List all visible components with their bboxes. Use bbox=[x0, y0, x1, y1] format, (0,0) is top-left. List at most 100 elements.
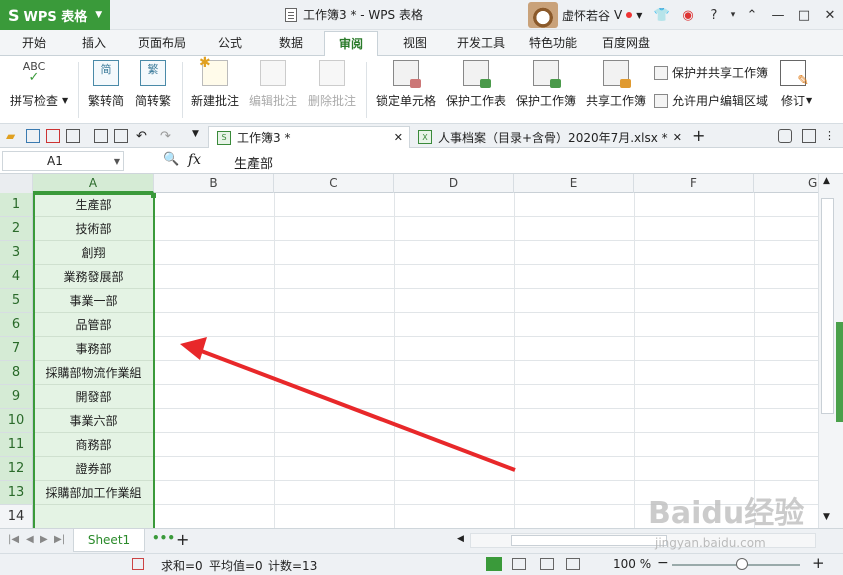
chevron-down-icon[interactable]: ▼ bbox=[192, 129, 206, 143]
allow-edit-ranges-button[interactable]: 允许用户编辑区域 bbox=[654, 92, 768, 109]
trad-to-simp-icon: 简 bbox=[93, 60, 119, 86]
simp-to-trad-button[interactable]: 繁 简转繁 bbox=[135, 60, 171, 109]
last-sheet-icon[interactable]: ▶| bbox=[54, 534, 65, 545]
prev-sheet-icon[interactable]: ◀ bbox=[26, 534, 34, 545]
skin-icon[interactable]: 👕 bbox=[649, 0, 675, 30]
window-title: 工作簿3 * - WPS 表格 bbox=[285, 6, 423, 23]
zoom-slider-knob[interactable] bbox=[736, 558, 748, 570]
save-icon[interactable] bbox=[26, 129, 40, 143]
new-tab-icon[interactable]: + bbox=[692, 126, 706, 145]
doc-tab-label: 人事档案（目录+含骨）2020年7月.xlsx * bbox=[438, 130, 668, 145]
collapse-ribbon-icon[interactable]: ⌃ bbox=[739, 0, 765, 30]
macro-icon[interactable] bbox=[132, 558, 144, 570]
doc-tab[interactable]: X 人事档案（目录+含骨）2020年7月.xlsx * ✕ bbox=[410, 126, 688, 148]
horizontal-scroll-thumb[interactable] bbox=[511, 535, 667, 546]
app-logo-text: WPS 表格 bbox=[23, 9, 88, 25]
chevron-down-icon[interactable]: ▼ bbox=[636, 11, 642, 20]
window-controls: 👕 ◉ ? ▾ ⌃ — □ ✕ bbox=[649, 0, 843, 30]
chevron-down-icon: ▼ bbox=[95, 10, 103, 20]
fx-icon[interactable]: fx bbox=[188, 152, 201, 168]
preview-icon[interactable] bbox=[114, 129, 128, 143]
protect-sheet-button[interactable]: 保护工作表 bbox=[446, 60, 506, 109]
page-layout-view-icon[interactable] bbox=[512, 558, 526, 570]
lock-cell-button[interactable]: 锁定单元格 bbox=[376, 60, 436, 109]
print-icon[interactable] bbox=[66, 129, 80, 143]
scroll-up-icon[interactable]: ▲ bbox=[823, 176, 830, 186]
normal-view-icon[interactable] bbox=[486, 557, 502, 571]
tab-home[interactable]: 开始 bbox=[22, 34, 46, 51]
redo-icon[interactable]: ↷ bbox=[160, 129, 174, 144]
tab-insert[interactable]: 插入 bbox=[82, 34, 106, 51]
user-name: 虚怀若谷 bbox=[562, 8, 611, 23]
revise-button[interactable]: 修订 bbox=[780, 60, 809, 109]
first-sheet-icon[interactable]: |◀ bbox=[8, 534, 19, 545]
chevron-down-icon[interactable]: ▼ bbox=[114, 157, 120, 166]
zoom-in-icon[interactable]: + bbox=[812, 554, 825, 572]
vertical-scroll-thumb[interactable] bbox=[821, 198, 834, 414]
sheet-tab-sheet1[interactable]: Sheet1 bbox=[73, 529, 145, 552]
zoom-out-icon[interactable]: − bbox=[657, 555, 669, 571]
protect-workbook-button[interactable]: 保护工作簿 bbox=[516, 60, 576, 109]
vip-icon: V bbox=[614, 8, 623, 22]
chevron-down-icon[interactable]: ▼ bbox=[806, 96, 812, 105]
revise-icon bbox=[780, 60, 809, 89]
close-icon[interactable]: ✕ bbox=[394, 131, 403, 144]
doc-tab-active[interactable]: S 工作簿3 * ✕ bbox=[208, 126, 410, 148]
delete-comment-icon bbox=[319, 60, 345, 86]
open-folder-icon[interactable]: ▰ bbox=[6, 129, 20, 143]
maximize-icon[interactable]: □ bbox=[791, 0, 817, 30]
name-box[interactable]: A1 ▼ bbox=[2, 151, 124, 171]
spreadsheet-grid[interactable]: A B C D E F G 1 生產部 2 技術部 3 創翔 4 業務發展部 5 事業一部 6 品管部… bbox=[0, 174, 818, 528]
page-break-view-icon[interactable] bbox=[540, 558, 554, 570]
undo-icon[interactable]: ↶ bbox=[136, 129, 150, 144]
tab-special-features[interactable]: 特色功能 bbox=[529, 34, 577, 51]
tab-data[interactable]: 数据 bbox=[279, 34, 303, 51]
edit-comment-icon bbox=[260, 60, 286, 86]
chevron-down-icon[interactable]: ▾ bbox=[727, 0, 739, 30]
weibo-icon[interactable]: ◉ bbox=[675, 0, 701, 30]
side-panel-toggle[interactable] bbox=[836, 322, 843, 422]
annotation-arrow-head bbox=[180, 337, 207, 360]
wps-menu-button[interactable]: S WPS 表格 ▼ bbox=[0, 0, 110, 30]
status-average: 平均值=0 bbox=[209, 559, 263, 573]
minimize-icon[interactable]: — bbox=[765, 0, 791, 30]
tab-page-layout[interactable]: 页面布局 bbox=[138, 34, 186, 51]
more-icon[interactable]: ⋮ bbox=[824, 129, 838, 143]
pdf-icon[interactable] bbox=[46, 129, 60, 143]
protect-and-share-button[interactable]: 保护并共享工作簿 bbox=[654, 64, 768, 81]
zoom-search-icon[interactable]: 🔍 bbox=[163, 152, 179, 167]
user-account[interactable]: 虚怀若谷 V ▼ bbox=[528, 2, 642, 28]
next-sheet-icon[interactable]: ▶ bbox=[40, 534, 48, 545]
tab-baidu-netdisk[interactable]: 百度网盘 bbox=[602, 34, 650, 51]
tab-formulas[interactable]: 公式 bbox=[218, 34, 242, 51]
share-workbook-button[interactable]: 共享工作簿 bbox=[586, 60, 646, 109]
help-icon[interactable]: ? bbox=[701, 0, 727, 30]
scroll-down-icon[interactable]: ▼ bbox=[823, 512, 830, 522]
delete-comment-label: 删除批注 bbox=[308, 94, 357, 108]
trad-to-simp-button[interactable]: 简 繁转简 bbox=[88, 60, 124, 109]
cloud-icon[interactable] bbox=[778, 129, 792, 143]
doc-tab-label: 工作簿3 * bbox=[237, 131, 291, 145]
edit-comment-label: 编辑批注 bbox=[249, 94, 298, 108]
formula-input[interactable]: 生產部 bbox=[234, 153, 273, 172]
print-preview-icon[interactable] bbox=[94, 129, 108, 143]
tab-review[interactable]: 审阅 bbox=[324, 31, 379, 57]
add-sheet-icon[interactable]: + bbox=[176, 530, 189, 549]
scroll-left-icon[interactable]: ◀ bbox=[457, 534, 464, 544]
zoom-level: 100 % bbox=[613, 557, 652, 571]
edit-comment-button[interactable]: 编辑批注 bbox=[249, 60, 297, 109]
vertical-scrollbar[interactable]: ▲ ▼ bbox=[818, 174, 836, 528]
close-icon[interactable]: ✕ bbox=[673, 131, 682, 144]
tab-view[interactable]: 视图 bbox=[403, 34, 427, 51]
delete-comment-button[interactable]: 删除批注 bbox=[308, 60, 356, 109]
avatar[interactable] bbox=[528, 2, 558, 28]
share-icon[interactable] bbox=[802, 129, 816, 143]
chevron-down-icon[interactable]: ▼ bbox=[62, 96, 68, 105]
close-icon[interactable]: ✕ bbox=[817, 0, 843, 30]
reading-view-icon[interactable] bbox=[566, 558, 580, 570]
more-sheets-icon[interactable]: ••• bbox=[152, 531, 175, 545]
spell-check-button[interactable]: ABC ✓ 拼写检查 bbox=[10, 60, 58, 109]
tab-developer[interactable]: 开发工具 bbox=[457, 34, 505, 51]
spell-check-icon: ABC ✓ bbox=[22, 60, 46, 85]
new-comment-button[interactable]: 新建批注 bbox=[191, 55, 239, 109]
